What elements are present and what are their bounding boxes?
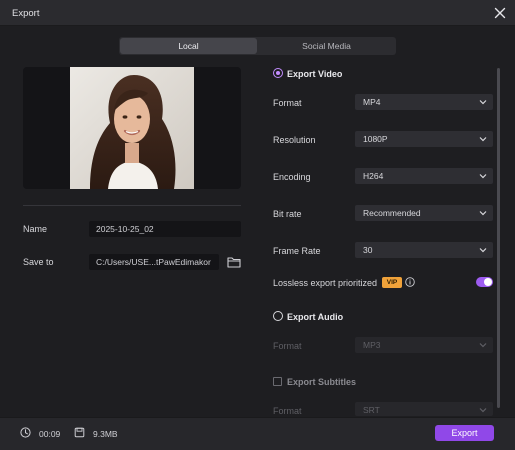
vip-badge: VIP bbox=[382, 277, 402, 288]
encoding-value: H264 bbox=[363, 171, 384, 181]
format-label: Format bbox=[273, 98, 302, 108]
duration-text: 00:09 bbox=[39, 429, 61, 439]
save-path-field[interactable]: C:/Users/USE...tPawEdimakor bbox=[89, 254, 219, 270]
file-size-text: 9.3MB bbox=[93, 429, 118, 439]
close-icon[interactable] bbox=[491, 4, 509, 22]
format-select[interactable]: MP4 bbox=[355, 94, 493, 110]
chevron-down-icon bbox=[479, 174, 487, 179]
subtitle-format-value: SRT bbox=[363, 405, 380, 415]
lossless-toggle[interactable] bbox=[476, 277, 493, 287]
subtitle-format-label: Format bbox=[273, 406, 302, 416]
export-destination-tabs: Local Social Media bbox=[119, 37, 396, 55]
lossless-label: Lossless export prioritized bbox=[273, 278, 378, 288]
name-label: Name bbox=[23, 224, 48, 234]
chevron-down-icon bbox=[479, 343, 487, 348]
preview-thumbnail bbox=[70, 67, 194, 189]
export-subtitles-label: Export Subtitles bbox=[287, 377, 357, 387]
encoding-label: Encoding bbox=[273, 172, 311, 182]
export-audio-label: Export Audio bbox=[287, 312, 344, 322]
audio-format-label: Format bbox=[273, 341, 302, 351]
export-subtitles-checkbox[interactable] bbox=[273, 377, 282, 386]
resolution-select[interactable]: 1080P bbox=[355, 131, 493, 147]
resolution-label: Resolution bbox=[273, 135, 316, 145]
name-input[interactable]: 2025-10-25_02 bbox=[89, 221, 241, 237]
encoding-select[interactable]: H264 bbox=[355, 168, 493, 184]
chevron-down-icon bbox=[479, 211, 487, 216]
bit-rate-label: Bit rate bbox=[273, 209, 302, 219]
export-video-label: Export Video bbox=[287, 69, 343, 79]
frame-rate-value: 30 bbox=[363, 245, 373, 255]
settings-scrollbar[interactable] bbox=[497, 68, 500, 408]
save-to-label: Save to bbox=[23, 257, 54, 267]
clock-icon bbox=[20, 427, 31, 438]
window-title: Export bbox=[12, 8, 40, 19]
info-icon[interactable] bbox=[405, 277, 415, 287]
subtitle-format-select[interactable]: SRT bbox=[355, 402, 493, 416]
frame-rate-select[interactable]: 30 bbox=[355, 242, 493, 258]
chevron-down-icon bbox=[479, 408, 487, 413]
folder-icon[interactable] bbox=[227, 256, 241, 268]
title-bar: Export bbox=[0, 0, 515, 26]
tab-local[interactable]: Local bbox=[120, 38, 257, 54]
export-button[interactable]: Export bbox=[435, 425, 494, 441]
export-video-radio[interactable] bbox=[273, 68, 283, 78]
chevron-down-icon bbox=[479, 100, 487, 105]
file-size-icon bbox=[74, 427, 85, 438]
bit-rate-value: Recommended bbox=[363, 208, 421, 218]
format-value: MP4 bbox=[363, 97, 381, 107]
chevron-down-icon bbox=[479, 137, 487, 142]
export-audio-radio[interactable] bbox=[273, 311, 283, 321]
video-preview bbox=[23, 67, 241, 189]
audio-format-value: MP3 bbox=[363, 340, 381, 350]
left-divider bbox=[23, 205, 241, 206]
bit-rate-select[interactable]: Recommended bbox=[355, 205, 493, 221]
tab-social-media[interactable]: Social Media bbox=[258, 38, 395, 54]
resolution-value: 1080P bbox=[363, 134, 388, 144]
audio-format-select[interactable]: MP3 bbox=[355, 337, 493, 353]
chevron-down-icon bbox=[479, 248, 487, 253]
frame-rate-label: Frame Rate bbox=[273, 246, 321, 256]
